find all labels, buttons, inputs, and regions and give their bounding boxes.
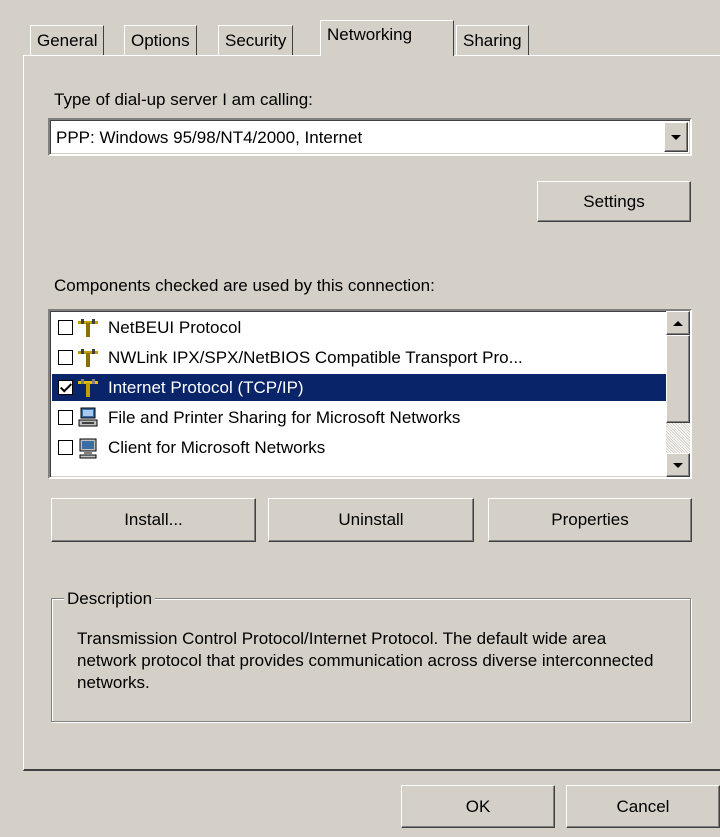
service-icon (78, 407, 98, 426)
checkbox[interactable] (58, 440, 73, 455)
list-scrollbar[interactable] (666, 311, 690, 477)
client-icon (79, 438, 97, 458)
uninstall-button[interactable]: Uninstall (268, 498, 474, 542)
chevron-down-icon (671, 134, 681, 140)
tab-options[interactable]: Options (124, 25, 197, 55)
chevron-down-icon (673, 462, 683, 468)
tab-security-label: Security (225, 31, 287, 50)
checkbox[interactable] (58, 410, 73, 425)
list-item-client-ms-networks[interactable]: Client for Microsoft Networks (52, 434, 673, 461)
properties-button[interactable]: Properties (488, 498, 692, 542)
server-type-label: Type of dial-up server I am calling: (54, 90, 313, 109)
protocol-icon (78, 348, 98, 367)
scroll-down-button[interactable] (666, 453, 690, 477)
install-button[interactable]: Install... (51, 498, 256, 542)
server-type-value: PPP: Windows 95/98/NT4/2000, Internet (56, 128, 363, 147)
tab-security[interactable]: Security (218, 25, 294, 55)
description-title: Description (64, 589, 156, 609)
chevron-up-icon (673, 320, 683, 326)
list-item-label: NetBEUI Protocol (108, 317, 242, 337)
list-item-netbeui[interactable]: NetBEUI Protocol (52, 314, 673, 341)
ok-button[interactable]: OK (401, 785, 555, 828)
tab-options-label: Options (131, 31, 190, 50)
checkbox[interactable] (58, 320, 73, 335)
list-item-label: Internet Protocol (TCP/IP) (108, 377, 304, 397)
server-type-dropdown[interactable]: PPP: Windows 95/98/NT4/2000, Internet (48, 118, 692, 156)
list-item-tcpip[interactable]: Internet Protocol (TCP/IP) (52, 374, 673, 401)
tab-networking-label: Networking (327, 25, 413, 44)
cancel-button[interactable]: Cancel (566, 785, 720, 828)
description-text: Transmission Control Protocol/Internet P… (77, 629, 654, 692)
list-item-nwlink[interactable]: NWLink IPX/SPX/NetBIOS Compatible Transp… (52, 344, 673, 371)
list-item-label: NWLink IPX/SPX/NetBIOS Compatible Transp… (108, 347, 523, 367)
protocol-icon (78, 318, 98, 337)
tab-general-label: General (37, 31, 98, 50)
components-list[interactable]: NetBEUI Protocol NWLink IPX/SPX/NetBIOS … (48, 309, 692, 479)
dropdown-arrow-button[interactable] (664, 122, 688, 152)
tab-sharing-label: Sharing (463, 31, 522, 50)
settings-button[interactable]: Settings (537, 181, 691, 222)
tab-sharing[interactable]: Sharing (456, 25, 529, 55)
scroll-thumb[interactable] (666, 335, 690, 423)
tab-networking[interactable]: Networking (320, 20, 454, 56)
list-item-label: Client for Microsoft Networks (108, 437, 326, 457)
checkbox-checked[interactable] (58, 380, 73, 395)
checkbox[interactable] (58, 350, 73, 365)
scroll-up-button[interactable] (666, 311, 690, 335)
list-item-label: File and Printer Sharing for Microsoft N… (108, 407, 461, 427)
list-item-file-printer-sharing[interactable]: File and Printer Sharing for Microsoft N… (52, 404, 673, 431)
tab-general[interactable]: General (30, 25, 105, 55)
components-label: Components checked are used by this conn… (54, 276, 435, 295)
protocol-icon (78, 378, 98, 397)
